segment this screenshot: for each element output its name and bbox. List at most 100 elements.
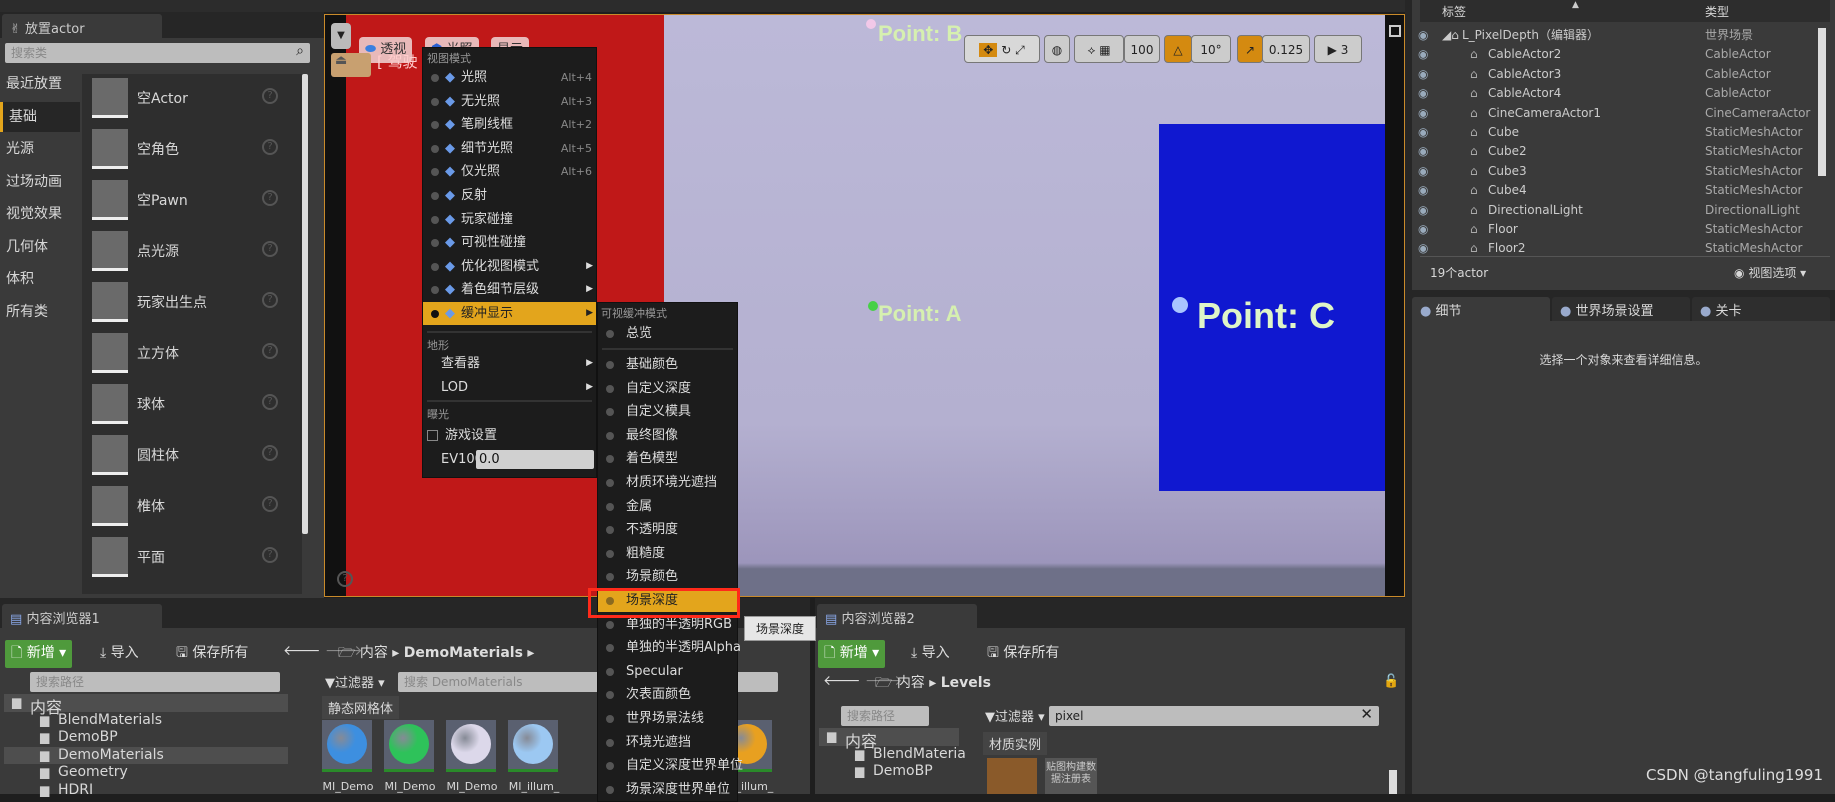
buffer-item[interactable]: 次表面颜色 — [598, 683, 737, 706]
view-mode-item[interactable]: ◆ 细节光照 Alt+5 — [423, 137, 596, 160]
class-search-input[interactable]: 搜索类 ⌕ — [5, 43, 310, 63]
view-mode-item[interactable]: ◆ 仅光照 Alt+6 — [423, 160, 596, 183]
save-all-button[interactable]: 🖫 保存所有 — [176, 642, 248, 666]
category-item[interactable]: 体积 — [0, 264, 80, 294]
tab-content-browser-2[interactable]: ▤ 内容浏览器2 — [817, 604, 977, 628]
actor-list-scrollbar[interactable] — [302, 74, 308, 534]
import-button-2[interactable]: ⤓ 导入 — [911, 642, 950, 662]
breadcrumb-2[interactable]: 🗁 内容 ▸ Levels — [875, 672, 991, 696]
help-icon[interactable]: ? — [262, 139, 278, 155]
col-label-header[interactable]: 标签 — [1442, 3, 1466, 20]
actor-item[interactable]: 空Actor? — [82, 74, 302, 124]
view-mode-item[interactable]: ◆ 光照 Alt+4 — [423, 66, 596, 89]
visibility-eye-icon[interactable]: ◉ — [1418, 104, 1428, 123]
asset-thumbnail[interactable] — [508, 720, 558, 772]
view-mode-item[interactable]: ◆ 优化视图模式 ▶ — [423, 255, 596, 278]
actor-item[interactable]: 空角色? — [82, 125, 302, 175]
help-icon[interactable]: ? — [262, 292, 278, 308]
view-mode-item[interactable]: ◆ 笔刷线框 Alt+2 — [423, 113, 596, 136]
save-all-button-2[interactable]: 🖫 保存所有 — [987, 642, 1059, 666]
view-mode-item[interactable]: ◆ 反射 — [423, 184, 596, 207]
view-mode-item[interactable]: ◆ 无光照 Alt+3 — [423, 90, 596, 113]
visibility-eye-icon[interactable]: ◉ — [1418, 26, 1428, 45]
actor-item[interactable]: 球体? — [82, 380, 302, 430]
folder-item[interactable]: ▆ HDRI — [4, 782, 288, 800]
clear-search-icon[interactable]: ✕ — [1360, 706, 1373, 722]
visibility-eye-icon[interactable]: ◉ — [1418, 45, 1428, 64]
buffer-item[interactable]: 场景深度世界单位 — [598, 778, 737, 801]
ev100-input[interactable]: 0.0 — [476, 450, 594, 469]
buffer-item[interactable]: 自定义模具 — [598, 400, 737, 423]
category-item[interactable]: 视觉效果 — [0, 199, 80, 229]
help-icon[interactable]: ? — [337, 571, 353, 587]
outliner-row[interactable]: ◉ ⌂ CableActor2 CableActor — [1412, 45, 1812, 64]
visibility-eye-icon[interactable]: ◉ — [1418, 65, 1428, 84]
actor-item[interactable]: 空Pawn? — [82, 176, 302, 226]
buffer-item[interactable]: 场景颜色 — [598, 565, 737, 588]
buffer-item[interactable]: 单独的半透明Alpha — [598, 636, 741, 659]
help-icon[interactable]: ? — [262, 547, 278, 563]
lock-icon[interactable]: 🔓 — [1383, 674, 1399, 689]
visibility-eye-icon[interactable]: ◉ — [1418, 142, 1428, 161]
category-item[interactable]: 过场动画 — [0, 167, 80, 197]
tab-details[interactable]: ● 细节 — [1412, 297, 1550, 321]
view-mode-item[interactable]: ◆ 着色细节层级 ▶ — [423, 278, 596, 301]
outliner-row[interactable]: ◉ ⌂ CableActor4 CableActor — [1412, 84, 1812, 103]
buffer-item-overview[interactable]: 总览 — [598, 322, 737, 345]
visibility-eye-icon[interactable]: ◉ — [1418, 220, 1428, 239]
filter-chip-2[interactable]: 材质实例 — [983, 732, 1048, 755]
actor-item[interactable]: 圆柱体? — [82, 431, 302, 481]
category-item[interactable]: 所有类 — [0, 297, 80, 327]
help-icon[interactable]: ? — [262, 88, 278, 104]
buffer-item[interactable]: 自定义深度 — [598, 377, 737, 400]
outliner-row[interactable]: ◉ ⌂ Cube4 StaticMeshActor — [1412, 181, 1812, 200]
import-button[interactable]: ⤓ 导入 — [100, 642, 139, 662]
visibility-eye-icon[interactable]: ◉ — [1418, 201, 1428, 220]
tab-levels[interactable]: ● 关卡 — [1692, 297, 1830, 321]
buffer-item[interactable]: 自定义深度世界单位 — [598, 754, 743, 777]
maximize-viewport-icon[interactable] — [1389, 25, 1401, 37]
category-item[interactable]: 基础 — [0, 101, 80, 132]
new-button[interactable]: 🗋 新增 ▾ — [5, 640, 73, 668]
rotation-snap-value[interactable]: 10° — [1191, 35, 1231, 63]
help-icon[interactable]: ? — [262, 343, 278, 359]
actor-item[interactable]: 点光源? — [82, 227, 302, 277]
folder-item[interactable]: ▆ DemoMaterials — [4, 746, 288, 764]
category-item[interactable]: 最近放置 — [0, 69, 80, 99]
buffer-item[interactable]: 着色模型 — [598, 447, 737, 470]
grid-snap-value[interactable]: 100 — [1124, 35, 1160, 63]
buffer-item[interactable]: 最终图像 — [598, 424, 737, 447]
surface-snap-grid[interactable]: ⟡ ▦ — [1074, 35, 1124, 63]
view-mode-item[interactable]: ◆ 缓冲显示 ▶ — [423, 302, 596, 325]
path-search-input[interactable]: 搜索路径 — [30, 672, 280, 692]
outliner-row[interactable]: ◉ ◢⌂ L_PixelDepth（编辑器） 世界场景 — [1412, 26, 1812, 45]
actor-item[interactable]: 立方体? — [82, 329, 302, 379]
camera-speed[interactable]: ▶ 3 — [1314, 35, 1362, 63]
outliner-row[interactable]: ◉ ⌂ DirectionalLight DirectionalLight — [1412, 201, 1812, 220]
outliner-row[interactable]: ◉ ⌂ Cube3 StaticMeshActor — [1412, 162, 1812, 181]
buffer-item[interactable]: Specular — [598, 660, 737, 683]
buffer-item[interactable]: 世界场景法线 — [598, 707, 737, 730]
breadcrumb[interactable]: 🗁 内容 ▸ DemoMaterials ▸ — [338, 642, 534, 666]
visibility-eye-icon[interactable]: ◉ — [1418, 181, 1428, 200]
help-icon[interactable]: ? — [262, 190, 278, 206]
visibility-eye-icon[interactable]: ◉ — [1418, 123, 1428, 142]
rotate-icon[interactable]: ↻ — [1001, 43, 1011, 57]
col-type-header[interactable]: 类型 — [1705, 3, 1729, 20]
new-button-2[interactable]: 🗋 新增 ▾ — [818, 640, 886, 668]
buffer-item[interactable]: 环境光遮挡 — [598, 731, 737, 754]
rotation-snap-icon[interactable]: △ — [1164, 35, 1192, 63]
buffer-item[interactable]: 材质环境光遮挡 — [598, 471, 737, 494]
buffer-item[interactable]: 金属 — [598, 495, 737, 518]
buffer-item[interactable]: 不透明度 — [598, 518, 737, 541]
category-item[interactable]: 光源 — [0, 134, 80, 164]
landscape-item[interactable]: LOD ▶ — [423, 376, 596, 399]
landscape-item[interactable]: 查看器 ▶ — [423, 352, 596, 375]
actor-item[interactable]: 椎体? — [82, 482, 302, 532]
folder-item[interactable]: ▆ DemoBP — [4, 729, 288, 747]
asset-thumbnail[interactable] — [987, 758, 1037, 794]
filter-chip[interactable]: 静态网格体 — [322, 696, 400, 719]
tab-content-browser-1[interactable]: ▤ 内容浏览器1 — [2, 604, 162, 628]
view-options-button[interactable]: ◉ 视图选项 ▾ — [1734, 264, 1806, 281]
viewport-options-button[interactable]: ▼ — [331, 23, 351, 49]
